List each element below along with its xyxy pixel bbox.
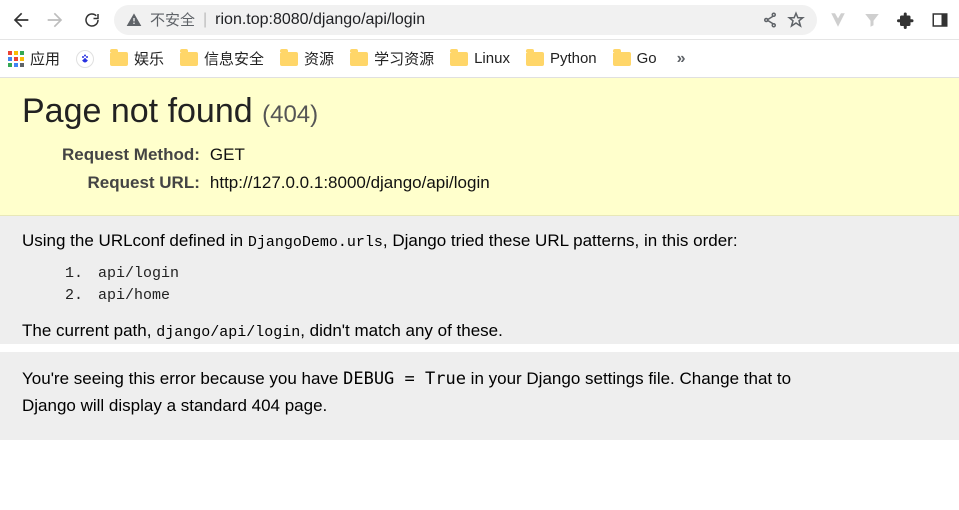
bookmark-baidu[interactable] [76,50,94,68]
request-url-value: http://127.0.0.1:8000/django/api/login [210,169,490,197]
django-error-header: Page not found (404) Request Method: GET… [0,78,959,216]
extension-filter-icon[interactable] [859,7,885,33]
bookmark-star-button[interactable] [787,11,805,29]
reload-icon [83,11,101,29]
address-bar[interactable]: 不安全 | rion.top:8080/django/api/login [114,5,817,35]
bookmark-folder-4[interactable]: Linux [450,50,510,67]
share-button[interactable] [761,11,779,29]
bookmark-folder-0[interactable]: 娱乐 [110,48,164,69]
explain-paragraph: You're seeing this error because you hav… [22,366,937,418]
curpath-prefix: The current path, [22,321,156,340]
star-icon [787,11,805,29]
list-item: api/login [92,263,937,286]
url-text: rion.top:8080/django/api/login [215,11,425,29]
bookmark-folder-2[interactable]: 资源 [280,48,334,69]
bookmark-label: 娱乐 [134,48,164,69]
explain-suffix: in your Django settings file. Change tha… [466,369,791,388]
bookmark-label: Python [550,50,597,67]
arrow-right-icon [46,10,66,30]
urlconf-module: DjangoDemo.urls [248,234,383,251]
arrow-left-icon [10,10,30,30]
filter-icon [863,11,881,29]
django-error-page: Page not found (404) Request Method: GET… [0,78,959,440]
panel-icon [931,11,949,29]
bookmark-label: Linux [474,50,510,67]
bookmark-folder-6[interactable]: Go [613,50,657,67]
bookmark-folder-1[interactable]: 信息安全 [180,48,264,69]
explain-prefix: You're seeing this error because you hav… [22,369,343,388]
vue-icon [829,11,847,29]
security-status-text: 不安全 [150,9,195,30]
request-method-label: Request Method: [62,141,210,169]
explain-line2: Django will display a standard 404 page. [22,396,327,415]
bookmarks-bar: 应用 娱乐 信息安全 资源 学习资源 Linux Python Go » [0,40,959,78]
address-divider: | [203,11,207,29]
folder-icon [280,52,298,66]
forward-button[interactable] [42,6,70,34]
folder-icon [613,52,631,66]
request-url-label: Request URL: [62,169,210,197]
back-button[interactable] [6,6,34,34]
apps-label: 应用 [30,48,60,69]
urlconf-paragraph: Using the URLconf defined in DjangoDemo.… [22,228,937,255]
baidu-icon [76,50,94,68]
apps-icon [8,51,24,67]
bookmark-label: Go [637,50,657,67]
current-path-value: django/api/login [156,324,300,341]
django-explanation: You're seeing this error because you hav… [0,352,959,440]
folder-icon [110,52,128,66]
bookmark-label: 学习资源 [374,48,434,69]
apps-shortcut[interactable]: 应用 [8,48,60,69]
curpath-suffix: , didn't match any of these. [300,321,503,340]
table-row: Request Method: GET [62,141,490,169]
bookmark-label: 资源 [304,48,334,69]
url-pattern-list: api/login api/home [72,263,937,308]
extension-vue-icon[interactable] [825,7,851,33]
insecure-icon [126,12,142,28]
bookmarks-overflow-button[interactable]: » [673,50,690,68]
debug-setting: DEBUG = True [343,369,466,389]
reload-button[interactable] [78,6,106,34]
info-suffix: , Django tried these URL patterns, in th… [383,231,738,250]
puzzle-icon [897,11,915,29]
request-details-table: Request Method: GET Request URL: http://… [62,141,490,197]
page-title: Page not found (404) [22,92,937,131]
share-icon [761,11,779,29]
bookmark-label: 信息安全 [204,48,264,69]
bookmark-folder-5[interactable]: Python [526,50,597,67]
bookmark-folder-3[interactable]: 学习资源 [350,48,434,69]
status-code: (404) [262,101,318,128]
extensions-button[interactable] [893,7,919,33]
list-item: api/home [92,285,937,308]
folder-icon [450,52,468,66]
folder-icon [350,52,368,66]
folder-icon [526,52,544,66]
django-urlconf-info: Using the URLconf defined in DjangoDemo.… [0,216,959,344]
side-panel-button[interactable] [927,7,953,33]
folder-icon [180,52,198,66]
info-prefix: Using the URLconf defined in [22,231,248,250]
table-row: Request URL: http://127.0.0.1:8000/djang… [62,169,490,197]
current-path-paragraph: The current path, django/api/login, didn… [22,318,937,345]
request-method-value: GET [210,141,490,169]
browser-toolbar: 不安全 | rion.top:8080/django/api/login [0,0,959,40]
title-text: Page not found [22,92,253,130]
